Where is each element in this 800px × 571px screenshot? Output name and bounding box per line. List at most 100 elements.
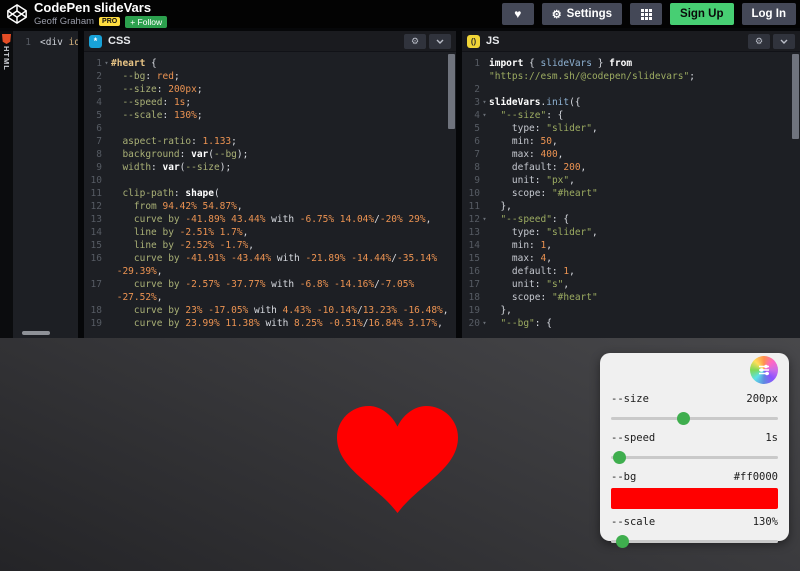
code-line[interactable]: 10 (84, 174, 456, 187)
code-line[interactable]: 17 curve by -2.57% -37.77% with -6.8% -1… (84, 278, 456, 291)
html-pane-tab[interactable]: HTML (0, 31, 13, 338)
code-line[interactable]: 18 curve by 23% -17.05% with 4.43% -10.1… (84, 304, 456, 317)
code-line[interactable]: 5 type: "slider", (462, 122, 800, 135)
code-line[interactable]: -29.39%, (84, 265, 456, 278)
code-line[interactable]: 4 ▾ "--size": { (462, 109, 800, 122)
js-scrollbar-thumb[interactable] (792, 54, 799, 139)
css-settings-button[interactable]: ⚙ (404, 33, 426, 49)
code-line[interactable]: 12 from 94.42% 54.87%, (84, 200, 456, 213)
js-code-editor[interactable]: 1 import { slideVars } from "https://esm.s… (462, 52, 800, 338)
code-line[interactable]: 8 background: var(--bg); (84, 148, 456, 161)
code-line[interactable]: 13 type: "slider", (462, 226, 800, 239)
slider-track[interactable] (611, 412, 778, 425)
fold-arrow-icon[interactable]: ▾ (102, 57, 111, 70)
code-line[interactable]: 15 max: 4, (462, 252, 800, 265)
code-line[interactable]: 11 }, (462, 200, 800, 213)
code-line[interactable]: 19 curve by 23.99% 11.38% with 8.25% -0.… (84, 317, 456, 330)
code-line[interactable]: 18 scope: "#heart" (462, 291, 800, 304)
fold-arrow-icon[interactable]: ▾ (480, 213, 489, 226)
js-settings-button[interactable]: ⚙ (748, 33, 770, 49)
login-button[interactable]: Log In (741, 3, 796, 25)
code-line[interactable]: 2 (462, 83, 800, 96)
code-line[interactable]: 4 --speed: 1s; (84, 96, 456, 109)
line-number: 19 (468, 305, 480, 316)
change-view-button[interactable] (630, 3, 663, 25)
control-value: 200px (746, 393, 778, 405)
slider-thumb[interactable] (615, 535, 629, 548)
control-label: --speed (611, 432, 656, 444)
code-line[interactable]: -27.52%, (84, 291, 456, 304)
fold-arrow-icon[interactable]: ▾ (480, 109, 489, 122)
code-line[interactable]: 9 width: var(--size); (84, 161, 456, 174)
js-collapse-button[interactable] (773, 33, 795, 49)
line-number: 7 (96, 136, 102, 147)
code-line[interactable]: 8 default: 200, (462, 161, 800, 174)
code-line[interactable]: 3 ▾ slideVars.init({ (462, 96, 800, 109)
code-line[interactable]: 11 clip-path: shape( (84, 187, 456, 200)
code-line[interactable]: 7 aspect-ratio: 1.133; (84, 135, 456, 148)
code-line[interactable]: 14 min: 1, (462, 239, 800, 252)
code-line[interactable]: 6 min: 50, (462, 135, 800, 148)
html-code-editor[interactable]: 1 <div id= (13, 31, 78, 338)
code-line[interactable]: 19 }, (462, 304, 800, 317)
code-text: background: var(--bg); (111, 149, 249, 160)
slider-thumb[interactable] (677, 412, 691, 425)
code-line[interactable]: 16 curve by -41.91% -43.44% with -21.89%… (84, 252, 456, 265)
code-text: max: 400, (489, 149, 564, 160)
code-line[interactable]: 20 ▾ "--bg": { (462, 317, 800, 330)
css-scrollbar-thumb[interactable] (448, 54, 455, 129)
slider-thumb[interactable] (612, 451, 626, 464)
slidevars-settings-button[interactable] (750, 356, 778, 384)
html-horizontal-scrollbar-thumb[interactable] (22, 331, 50, 335)
topbar-actions: ♥ ⚙ Settings Sign Up Log In (501, 3, 796, 25)
code-line[interactable]: 1 ▾ #heart { (84, 57, 456, 70)
like-button[interactable]: ♥ (501, 3, 534, 25)
color-swatch[interactable] (611, 488, 778, 509)
code-text: "--size": { (489, 110, 564, 121)
slider-track[interactable] (611, 451, 778, 464)
signup-button[interactable]: Sign Up (670, 3, 734, 25)
code-line[interactable]: 2 --bg: red; (84, 70, 456, 83)
code-line[interactable]: 7 max: 400, (462, 148, 800, 161)
code-line[interactable]: 15 line by -2.52% -1.7%, (84, 239, 456, 252)
code-line[interactable]: 9 unit: "px", (462, 174, 800, 187)
code-line[interactable]: 13 curve by -41.89% 43.44% with -6.75% 1… (84, 213, 456, 226)
codepen-logo-icon[interactable] (6, 3, 28, 25)
fold-arrow-icon[interactable]: ▾ (480, 96, 489, 109)
code-line[interactable]: 1 <div id= (13, 36, 78, 49)
code-text: }, (489, 201, 512, 212)
slider-track[interactable] (611, 535, 778, 548)
code-line[interactable]: 16 default: 1, (462, 265, 800, 278)
code-line[interactable]: 14 line by -2.51% 1.7%, (84, 226, 456, 239)
code-line[interactable]: 10 scope: "#heart" (462, 187, 800, 200)
code-text: scope: "#heart" (489, 188, 598, 199)
code-text: import { slideVars } from (489, 58, 633, 69)
code-text: curve by 23.99% 11.38% with 8.25% -0.51%… (111, 318, 443, 329)
css-pane-label: CSS (108, 35, 131, 47)
slider-track-line (611, 456, 778, 459)
code-line[interactable]: 3 --size: 200px; (84, 83, 456, 96)
code-line[interactable]: "https://esm.sh/@codepen/slidevars"; (462, 70, 800, 83)
code-line[interactable]: 1 import { slideVars } from (462, 57, 800, 70)
fold-arrow-icon[interactable]: ▾ (480, 317, 489, 330)
follow-button[interactable]: + Follow (125, 15, 168, 28)
css-collapse-button[interactable] (429, 33, 451, 49)
code-line[interactable]: 17 unit: "s", (462, 278, 800, 291)
settings-button[interactable]: ⚙ Settings (541, 3, 623, 25)
code-text: min: 1, (489, 240, 552, 251)
author-name[interactable]: Geoff Graham (34, 16, 94, 27)
code-line[interactable]: 6 (84, 122, 456, 135)
line-number: 19 (90, 318, 102, 329)
code-text: curve by -41.89% 43.44% with -6.75% 14.0… (111, 214, 432, 225)
line-number: 1 (25, 37, 31, 48)
code-line[interactable]: 5 --scale: 130%; (84, 109, 456, 122)
css-code-editor[interactable]: 1 ▾ #heart {2 --bg: red; 3 --size: 200px; 4 … (84, 52, 456, 338)
code-line[interactable]: 12 ▾ "--speed": { (462, 213, 800, 226)
